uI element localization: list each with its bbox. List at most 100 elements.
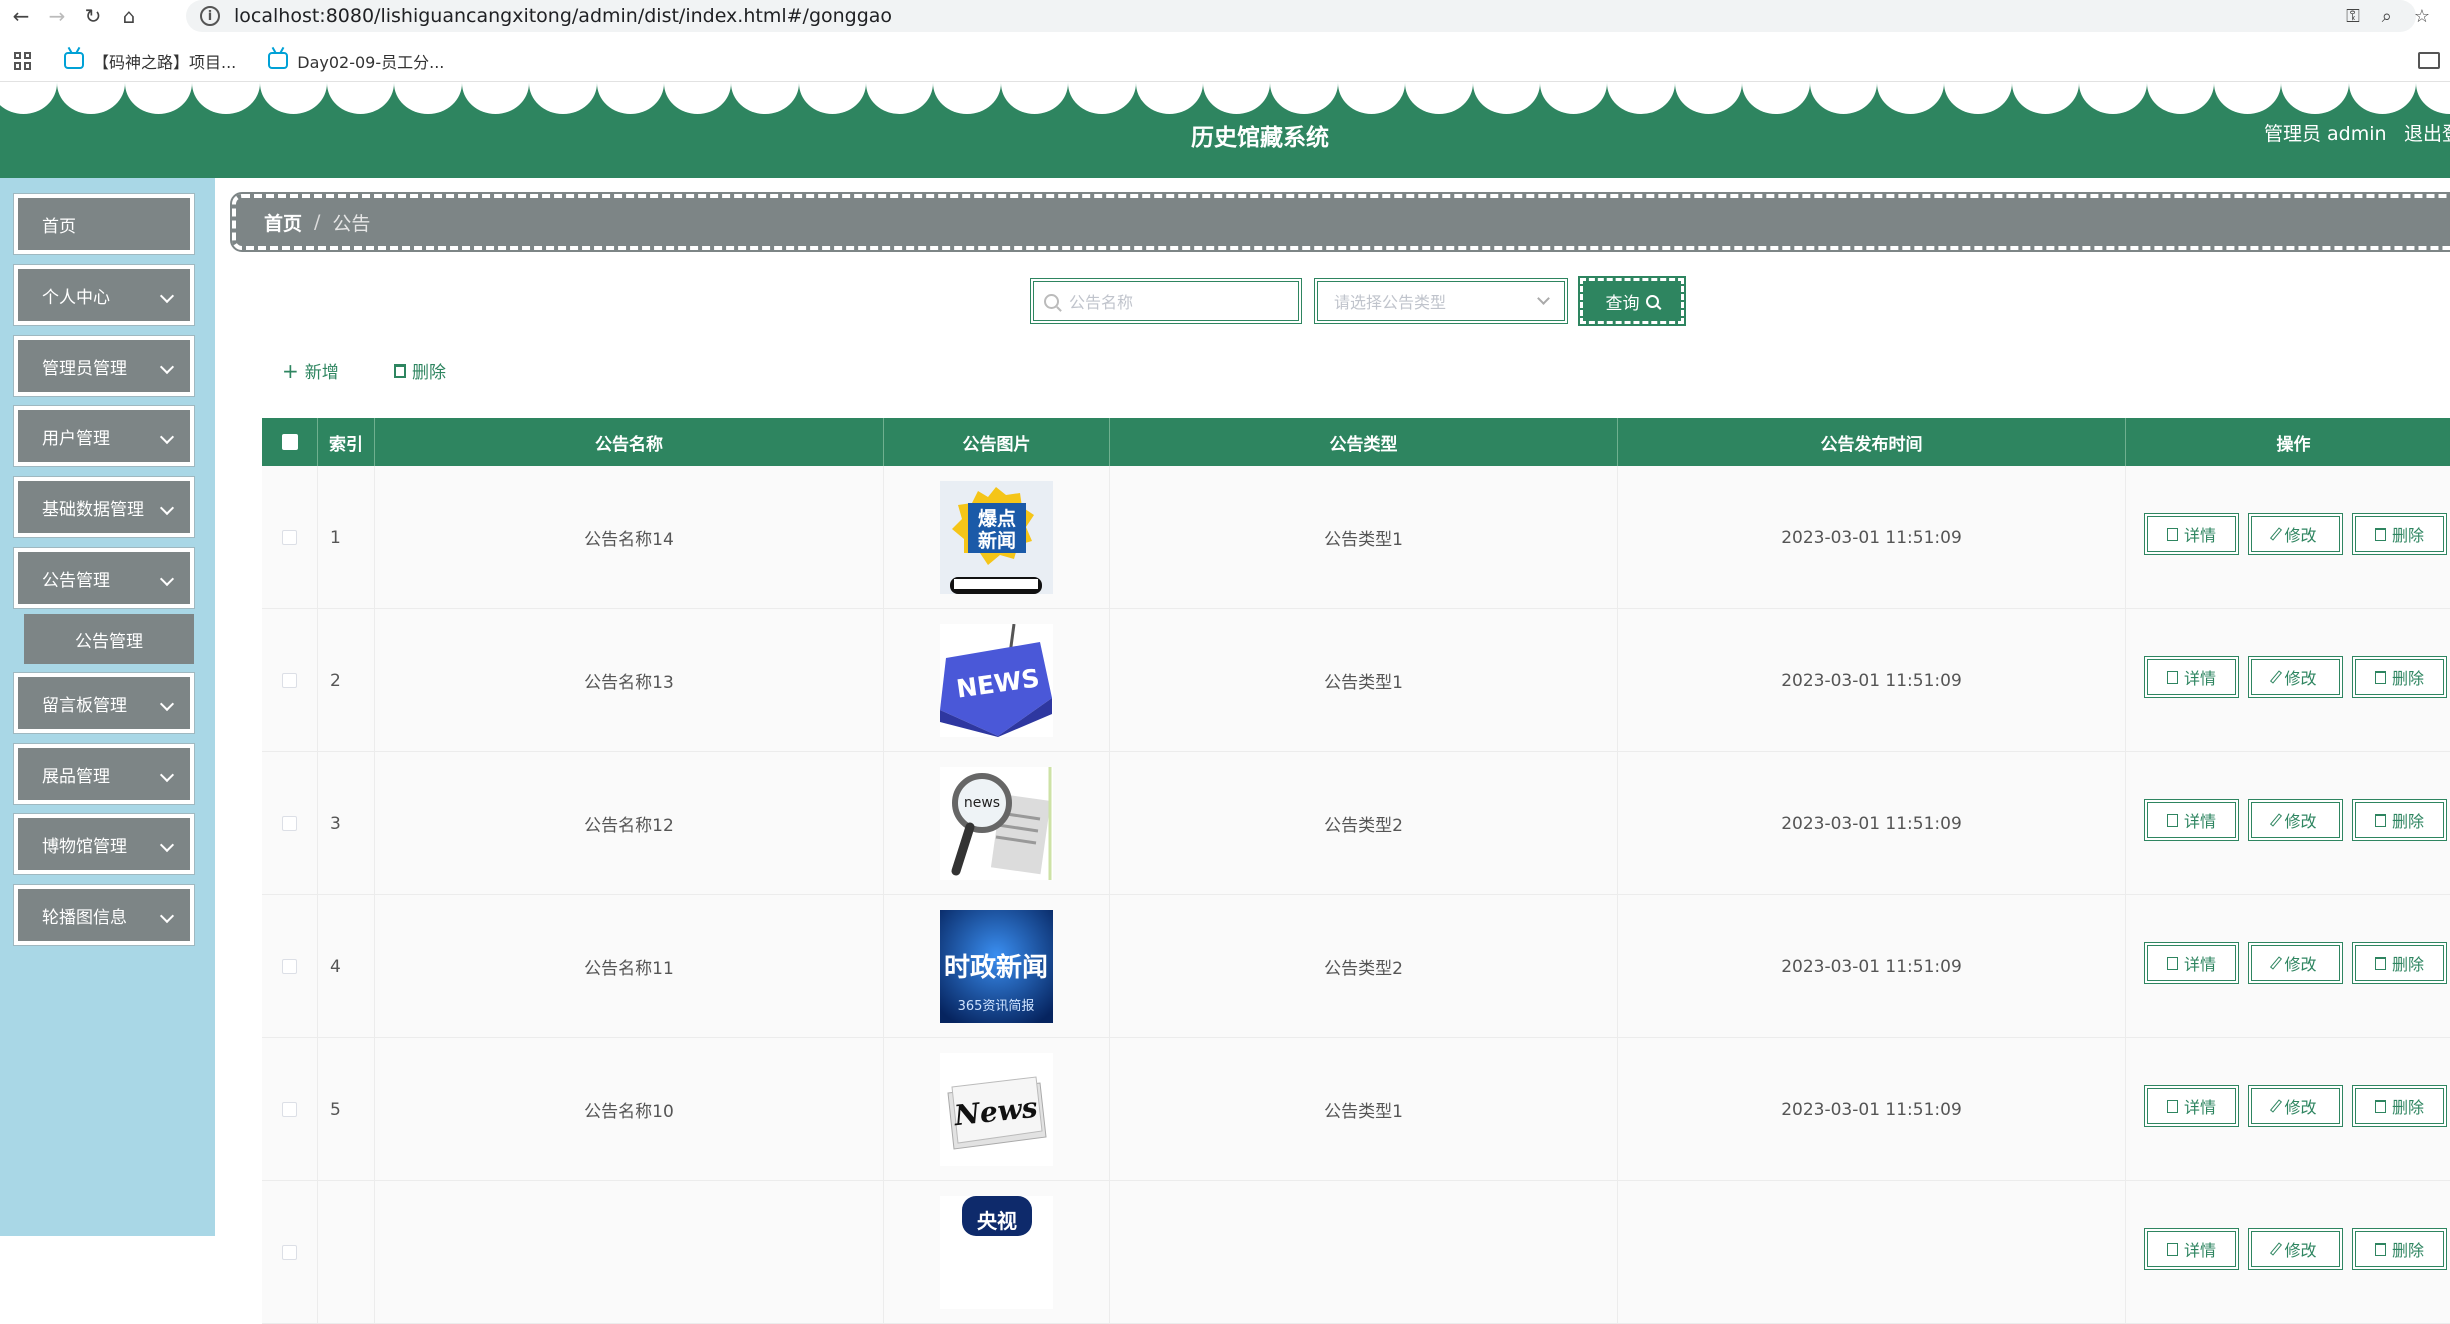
row-checkbox[interactable] bbox=[282, 1245, 297, 1260]
row-checkbox-cell[interactable] bbox=[262, 895, 318, 1038]
edit-pen-icon bbox=[2270, 670, 2283, 684]
plus-icon: + bbox=[282, 358, 299, 383]
detail-button[interactable]: 详情 bbox=[2144, 942, 2239, 984]
row-checkbox[interactable] bbox=[282, 673, 297, 688]
select-all-checkbox[interactable] bbox=[281, 434, 298, 450]
detail-button[interactable]: 详情 bbox=[2144, 1228, 2239, 1270]
cell-actions: 详情 修改 删除 bbox=[2126, 1038, 2450, 1181]
delete-label: 删除 bbox=[2391, 669, 2424, 688]
politics-news-icon[interactable]: 时政新闻 365资讯简报 bbox=[940, 910, 1053, 1023]
row-checkbox-cell[interactable] bbox=[262, 752, 318, 895]
cell-image: 爆点 新闻 bbox=[884, 466, 1110, 609]
delete-button[interactable]: 删除 bbox=[2352, 513, 2447, 555]
breadcrumb: 首页 / 公告 bbox=[230, 192, 2450, 252]
trash-icon bbox=[2374, 527, 2386, 541]
sidebar-item-admins[interactable]: 管理员管理 bbox=[14, 336, 194, 396]
row-checkbox[interactable] bbox=[282, 959, 297, 974]
url-text: localhost:8080/lishiguancangxitong/admin… bbox=[234, 5, 893, 27]
folder-icon[interactable] bbox=[2418, 52, 2440, 69]
delete-label: 删除 bbox=[2391, 1098, 2424, 1117]
row-checkbox[interactable] bbox=[282, 530, 297, 545]
add-button[interactable]: + 新增 bbox=[282, 358, 339, 384]
sidebar-item-messageboard[interactable]: 留言板管理 bbox=[14, 673, 194, 733]
edit-button[interactable]: 修改 bbox=[2248, 942, 2343, 984]
sidebar-item-carousel[interactable]: 轮播图信息 bbox=[14, 885, 194, 945]
row-checkbox[interactable] bbox=[282, 816, 297, 831]
cell-name: 公告名称14 bbox=[375, 466, 884, 609]
delete-button[interactable]: 删除 bbox=[2352, 1228, 2447, 1270]
app-header: 历史馆藏系统 管理员 admin 退出登录 bbox=[0, 82, 2450, 178]
site-info-icon[interactable]: i bbox=[200, 6, 220, 26]
logout-button[interactable]: 退出登录 bbox=[2404, 119, 2450, 146]
detail-button[interactable]: 详情 bbox=[2144, 799, 2239, 841]
row-checkbox-cell[interactable] bbox=[262, 466, 318, 609]
delete-button[interactable]: 删除 bbox=[2352, 799, 2447, 841]
edit-button[interactable]: 修改 bbox=[2248, 656, 2343, 698]
announcement-type-select[interactable]: 请选择公告类型 bbox=[1314, 278, 1568, 324]
edit-button[interactable]: 修改 bbox=[2248, 1085, 2343, 1127]
cell-time: 2023-03-01 11:51:09 bbox=[1618, 466, 2126, 609]
cell-actions: 详情 修改 删除 bbox=[2126, 466, 2450, 609]
edit-button[interactable]: 修改 bbox=[2248, 799, 2343, 841]
row-checkbox-cell[interactable] bbox=[262, 609, 318, 752]
password-key-icon[interactable]: ⚿ bbox=[2346, 6, 2360, 27]
newspaper-icon[interactable]: News bbox=[940, 1053, 1053, 1166]
edit-button[interactable]: 修改 bbox=[2248, 1228, 2343, 1270]
edit-button[interactable]: 修改 bbox=[2248, 513, 2343, 555]
detail-button[interactable]: 详情 bbox=[2144, 656, 2239, 698]
query-button[interactable]: 查询 bbox=[1578, 276, 1686, 326]
bookmark-item[interactable]: Day02-09-员工分... bbox=[268, 49, 444, 73]
document-icon bbox=[2166, 813, 2178, 827]
zoom-icon[interactable]: ⌕ bbox=[2382, 6, 2392, 27]
sidebar-item-basic-data[interactable]: 基础数据管理 bbox=[14, 477, 194, 537]
news-keyboard-icon[interactable]: NEWS bbox=[940, 624, 1053, 737]
edit-label: 修改 bbox=[2284, 955, 2317, 974]
edit-pen-icon bbox=[2270, 813, 2283, 827]
submenu-item-announcement-manage[interactable]: 公告管理 bbox=[24, 614, 194, 664]
delete-label: 删除 bbox=[2391, 955, 2424, 974]
sidebar-item-users[interactable]: 用户管理 bbox=[14, 406, 194, 466]
reload-icon[interactable]: ↻ bbox=[78, 1, 108, 31]
svg-text:新闻: 新闻 bbox=[978, 529, 1016, 552]
sidebar-item-museums[interactable]: 博物馆管理 bbox=[14, 814, 194, 874]
sidebar-item-announcements[interactable]: 公告管理 bbox=[14, 548, 194, 608]
edit-label: 修改 bbox=[2284, 1098, 2317, 1117]
apps-grid-icon[interactable] bbox=[14, 51, 32, 70]
delete-button[interactable]: 删除 bbox=[2352, 656, 2447, 698]
detail-button[interactable]: 详情 bbox=[2144, 1085, 2239, 1127]
cctv-icon[interactable]: 央视 bbox=[940, 1196, 1053, 1309]
table-header: 索引 公告名称 公告图片 公告类型 公告发布时间 操作 bbox=[262, 418, 2450, 466]
select-all-checkbox-cell[interactable] bbox=[262, 418, 318, 466]
back-icon[interactable]: ← bbox=[6, 1, 36, 31]
bookmark-item[interactable]: 【码神之路】项目... bbox=[64, 49, 236, 73]
bookmark-star-icon[interactable]: ☆ bbox=[2414, 6, 2430, 27]
url-field[interactable]: i localhost:8080/lishiguancangxitong/adm… bbox=[186, 0, 2416, 32]
magnifier-news-icon[interactable]: news bbox=[940, 767, 1053, 880]
row-checkbox-cell[interactable] bbox=[262, 1038, 318, 1181]
table-row: 5 公告名称10 News 公告类型1 2023-03-01 11:51:09 … bbox=[262, 1038, 2450, 1181]
bookmarks-bar: 【码神之路】项目... Day02-09-员工分... bbox=[0, 40, 2450, 82]
cell-name: 公告名称10 bbox=[375, 1038, 884, 1181]
news-blast-icon[interactable]: 爆点 新闻 bbox=[940, 481, 1053, 594]
chevron-down-icon bbox=[159, 359, 175, 375]
detail-button[interactable]: 详情 bbox=[2144, 513, 2239, 555]
chevron-down-icon bbox=[159, 767, 175, 783]
batch-delete-button[interactable]: 删除 bbox=[394, 358, 446, 383]
edit-label: 修改 bbox=[2284, 669, 2317, 688]
search-icon bbox=[1044, 293, 1059, 309]
sidebar-item-home[interactable]: 首页 bbox=[14, 194, 194, 254]
delete-button[interactable]: 删除 bbox=[2352, 942, 2447, 984]
home-icon[interactable]: ⌂ bbox=[114, 1, 144, 31]
delete-button[interactable]: 删除 bbox=[2352, 1085, 2447, 1127]
breadcrumb-home[interactable]: 首页 bbox=[264, 209, 302, 236]
app-title: 历史馆藏系统 bbox=[1191, 125, 1329, 151]
announcement-name-input[interactable]: 公告名称 bbox=[1030, 278, 1302, 324]
forward-icon[interactable]: → bbox=[42, 1, 72, 31]
name-placeholder: 公告名称 bbox=[1069, 293, 1134, 312]
row-checkbox-cell[interactable] bbox=[262, 1181, 318, 1324]
sidebar-item-profile[interactable]: 个人中心 bbox=[14, 265, 194, 325]
sidebar-item-exhibits[interactable]: 展品管理 bbox=[14, 744, 194, 804]
add-label: 新增 bbox=[304, 363, 339, 383]
row-checkbox[interactable] bbox=[282, 1102, 297, 1117]
svg-text:时政新闻: 时政新闻 bbox=[944, 952, 1048, 983]
